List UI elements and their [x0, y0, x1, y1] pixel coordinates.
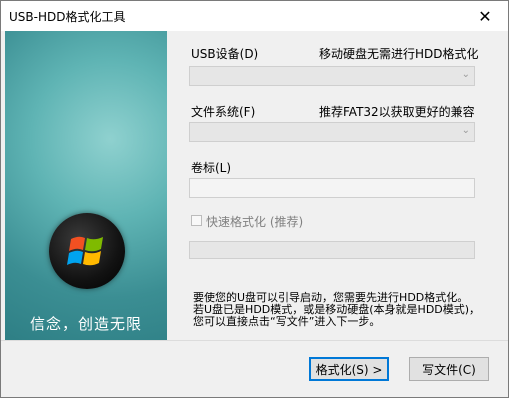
chevron-down-icon: ⌄ — [461, 125, 470, 136]
volume-label: 卷标(L) — [191, 161, 232, 175]
filesystem-label: 文件系统(F) — [191, 105, 256, 119]
format-button[interactable]: 格式化(S) > — [309, 357, 389, 381]
banner-tagline: 信念，创造无限 — [29, 315, 142, 333]
footer-separator — [1, 340, 508, 341]
side-banner: 信念，创造无限 — [5, 31, 167, 340]
usb-device-hint: 移动硬盘无需进行HDD格式化 — [319, 47, 479, 61]
filesystem-select[interactable]: ⌄ — [189, 122, 475, 142]
title-bar[interactable]: USB-HDD格式化工具 ✕ — [1, 1, 508, 31]
quick-format-label: 快速格式化 (推荐) — [206, 215, 304, 229]
usb-device-select[interactable]: ⌄ — [189, 66, 475, 86]
filesystem-hint: 推荐FAT32以获取更好的兼容 — [319, 105, 475, 119]
dialog-client-area: 信念，创造无限 USB设备(D) 移动硬盘无需进行HDD格式化 ⌄ 文件系统(F… — [1, 31, 508, 397]
write-file-button[interactable]: 写文件(C) — [409, 357, 489, 381]
quick-format-checkbox[interactable] — [191, 215, 202, 226]
format-progress-bar — [189, 241, 475, 259]
usb-hdd-format-dialog: USB-HDD格式化工具 ✕ 信念，创造无限 USB设备(D) 移动硬盘无需进行… — [0, 0, 509, 398]
window-title: USB-HDD格式化工具 — [9, 10, 126, 24]
info-line: 您可以直接点击“写文件”进入下一步。 — [193, 315, 381, 328]
info-text: 要使您的U盘可以引导启动，您需要先进行HDD格式化。 若U盘已是HDD模式，或是… — [193, 292, 493, 328]
windows-logo-icon — [49, 213, 125, 289]
close-icon: ✕ — [478, 6, 492, 26]
chevron-down-icon: ⌄ — [461, 69, 470, 80]
close-button[interactable]: ✕ — [462, 1, 508, 31]
usb-device-label: USB设备(D) — [191, 47, 259, 61]
volume-label-input[interactable] — [189, 178, 475, 198]
